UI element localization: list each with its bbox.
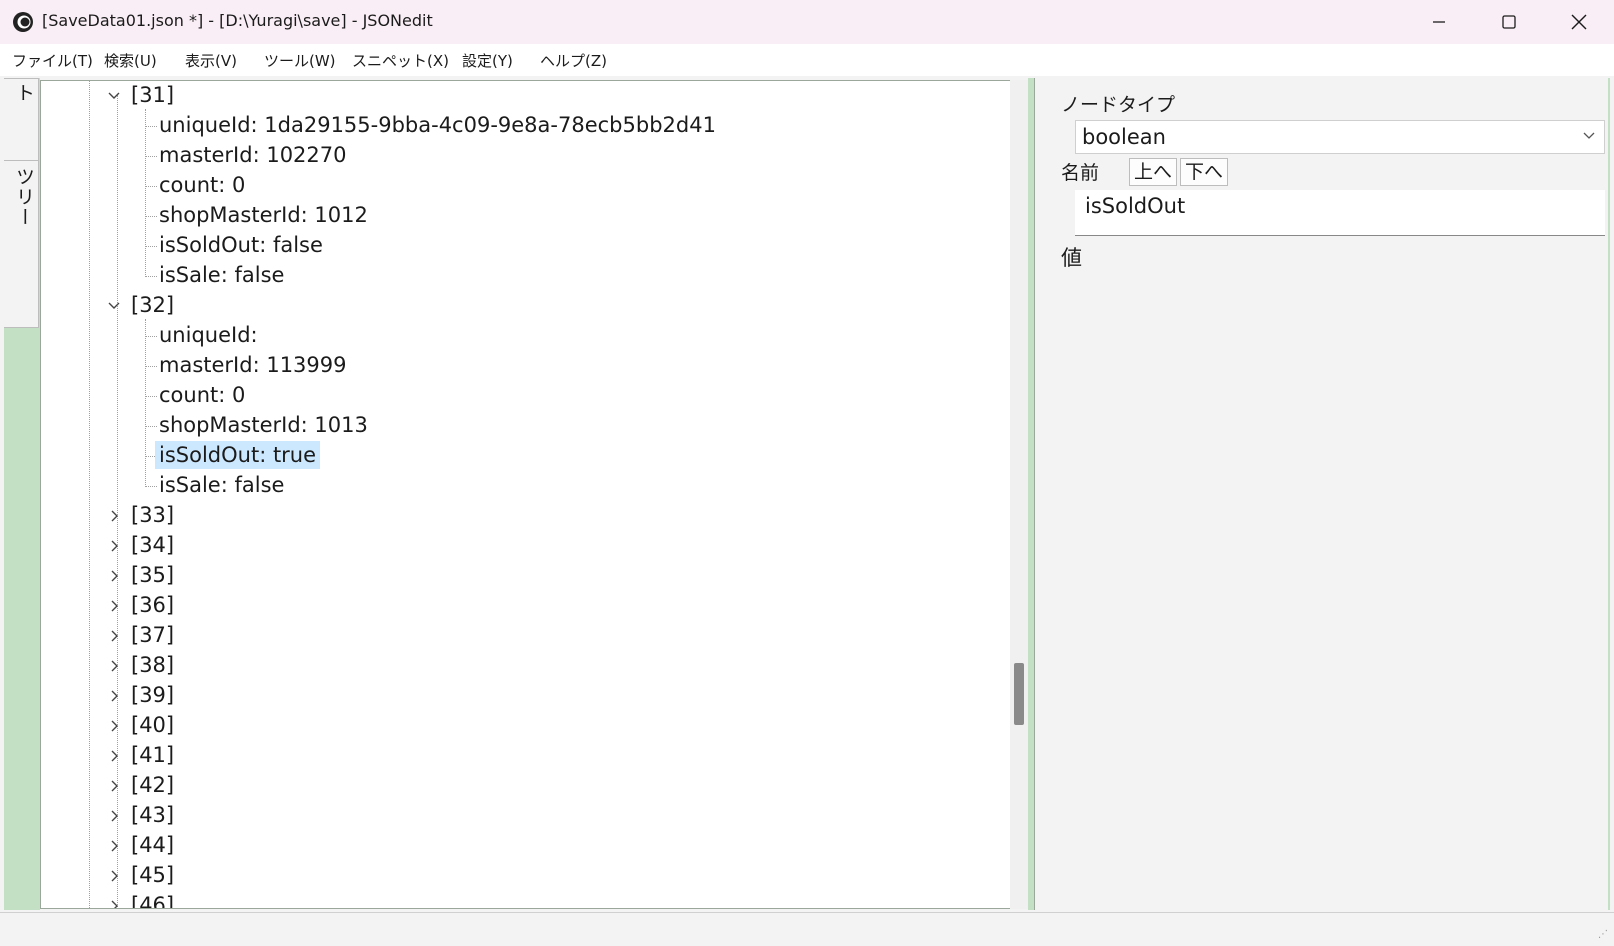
tree-guide-line (145, 109, 146, 275)
app-logo-icon (13, 12, 33, 32)
tree-leaf[interactable]: isSale: false (159, 471, 284, 499)
name-field-value: isSoldOut (1085, 194, 1186, 218)
tree-guide-line (145, 186, 157, 187)
tree-guide-line (145, 216, 157, 217)
tab-text[interactable]: テキスト (4, 78, 62, 162)
chevron-right-icon[interactable] (107, 509, 121, 523)
chevron-right-icon[interactable] (107, 719, 121, 733)
tree-node[interactable]: [46] (131, 891, 174, 908)
properties-panel: ノードタイプ boolean 名前 上へ 下へ isSoldOut 値 (1034, 78, 1610, 910)
tree-guide-line (145, 486, 157, 487)
tree-leaf[interactable]: uniqueId: (159, 321, 258, 349)
node-type-label: ノードタイプ (1061, 94, 1176, 116)
move-up-button[interactable]: 上へ (1129, 158, 1177, 186)
close-button[interactable] (1544, 0, 1614, 44)
tree-leaf[interactable]: isSale: false (159, 261, 284, 289)
tree-guide-line (145, 246, 157, 247)
tree-node[interactable]: [45] (131, 861, 174, 889)
tree-guide-line (145, 276, 157, 277)
tree-node[interactable]: [44] (131, 831, 174, 859)
tree-scrollbar[interactable] (1010, 80, 1028, 909)
tree-node[interactable]: [32] (131, 291, 174, 319)
chevron-right-icon[interactable] (107, 689, 121, 703)
tree-leaf[interactable]: shopMasterId: 1012 (159, 201, 368, 229)
tree-view[interactable]: [31] uniqueId: 1da29155-9bba-4c09-9e8a-78… (40, 80, 1018, 909)
tree-guide-line (145, 336, 157, 337)
chevron-right-icon[interactable] (107, 569, 121, 583)
tree-node[interactable]: [43] (131, 801, 174, 829)
title-bar: [SaveData01.json *] - [D:\Yuragi\save] -… (0, 0, 1614, 44)
tab-tree[interactable]: ツリー (4, 160, 39, 328)
tree-node[interactable]: [37] (131, 621, 174, 649)
chevron-right-icon[interactable] (107, 659, 121, 673)
tree-node[interactable]: [36] (131, 591, 174, 619)
tree-node[interactable]: [42] (131, 771, 174, 799)
node-type-select[interactable]: boolean (1075, 120, 1605, 154)
chevron-right-icon[interactable] (107, 899, 121, 909)
tree-node[interactable]: [38] (131, 651, 174, 679)
tab-tree-label: ツリー (13, 167, 35, 227)
chevron-right-icon[interactable] (107, 599, 121, 613)
chevron-right-icon[interactable] (107, 839, 121, 853)
tree-guide-line (145, 366, 157, 367)
chevron-right-icon[interactable] (107, 779, 121, 793)
tree-guide-line (145, 319, 146, 485)
move-down-button[interactable]: 下へ (1180, 158, 1228, 186)
tree-guide-line (89, 81, 90, 908)
tree-guide-line (145, 426, 157, 427)
tree-node[interactable]: [39] (131, 681, 174, 709)
tree-scrollbar-thumb[interactable] (1014, 663, 1024, 725)
tree-node[interactable]: [41] (131, 741, 174, 769)
chevron-down-icon[interactable] (107, 89, 121, 103)
tree-leaf[interactable]: masterId: 113999 (159, 351, 347, 379)
tree-leaf[interactable]: isSoldOut: true (155, 441, 321, 469)
name-label: 名前 (1061, 162, 1100, 184)
menu-view[interactable]: 表示(V) (185, 50, 237, 71)
tree-node[interactable]: [40] (131, 711, 174, 739)
menu-settings[interactable]: 設定(Y) (462, 50, 513, 71)
menu-help[interactable]: ヘルプ(Z) (540, 50, 607, 71)
view-tabs: テキスト ツリー (4, 78, 62, 910)
tree-leaf[interactable]: count: 0 (159, 171, 245, 199)
tree-leaf[interactable]: count: 0 (159, 381, 245, 409)
chevron-right-icon[interactable] (107, 629, 121, 643)
maximize-icon (1502, 15, 1516, 29)
chevron-right-icon[interactable] (107, 749, 121, 763)
chevron-right-icon[interactable] (107, 809, 121, 823)
tree-leaf[interactable]: shopMasterId: 1013 (159, 411, 368, 439)
tree-leaf[interactable]: isSoldOut: false (159, 231, 323, 259)
chevron-down-icon[interactable] (107, 299, 121, 313)
minimize-button[interactable] (1404, 0, 1474, 44)
close-icon (1571, 14, 1587, 30)
tree-leaf[interactable]: uniqueId: 1da29155-9bba-4c09-9e8a-78ecb5… (159, 111, 716, 139)
menu-tools[interactable]: ツール(W) (264, 50, 336, 71)
minimize-icon (1433, 21, 1445, 23)
menu-snippets[interactable]: スニペット(X) (352, 50, 449, 71)
tree-guide-line (145, 156, 157, 157)
value-label: 値 (1061, 246, 1082, 270)
status-bar: ⋰ (0, 912, 1614, 946)
resize-grip-icon[interactable]: ⋰ (1598, 929, 1608, 940)
tree-node[interactable]: [33] (131, 501, 174, 529)
menu-file[interactable]: ファイル(T) (12, 50, 93, 71)
name-field[interactable]: isSoldOut (1075, 190, 1605, 236)
window-title: [SaveData01.json *] - [D:\Yuragi\save] -… (42, 11, 433, 30)
menu-bar: ファイル(T) 検索(U) 表示(V) ツール(W) スニペット(X) 設定(Y… (0, 44, 1614, 76)
menu-search[interactable]: 検索(U) (104, 50, 157, 71)
chevron-right-icon[interactable] (107, 869, 121, 883)
chevron-right-icon[interactable] (107, 539, 121, 553)
tree-leaf[interactable]: masterId: 102270 (159, 141, 347, 169)
tree-node[interactable]: [35] (131, 561, 174, 589)
tree-node[interactable]: [34] (131, 531, 174, 559)
tree-node[interactable]: [31] (131, 81, 174, 109)
tree-guide-line (145, 126, 157, 127)
node-type-value: boolean (1082, 125, 1166, 149)
tree-guide-line (145, 396, 157, 397)
chevron-down-icon (1583, 132, 1595, 139)
maximize-button[interactable] (1474, 0, 1544, 44)
